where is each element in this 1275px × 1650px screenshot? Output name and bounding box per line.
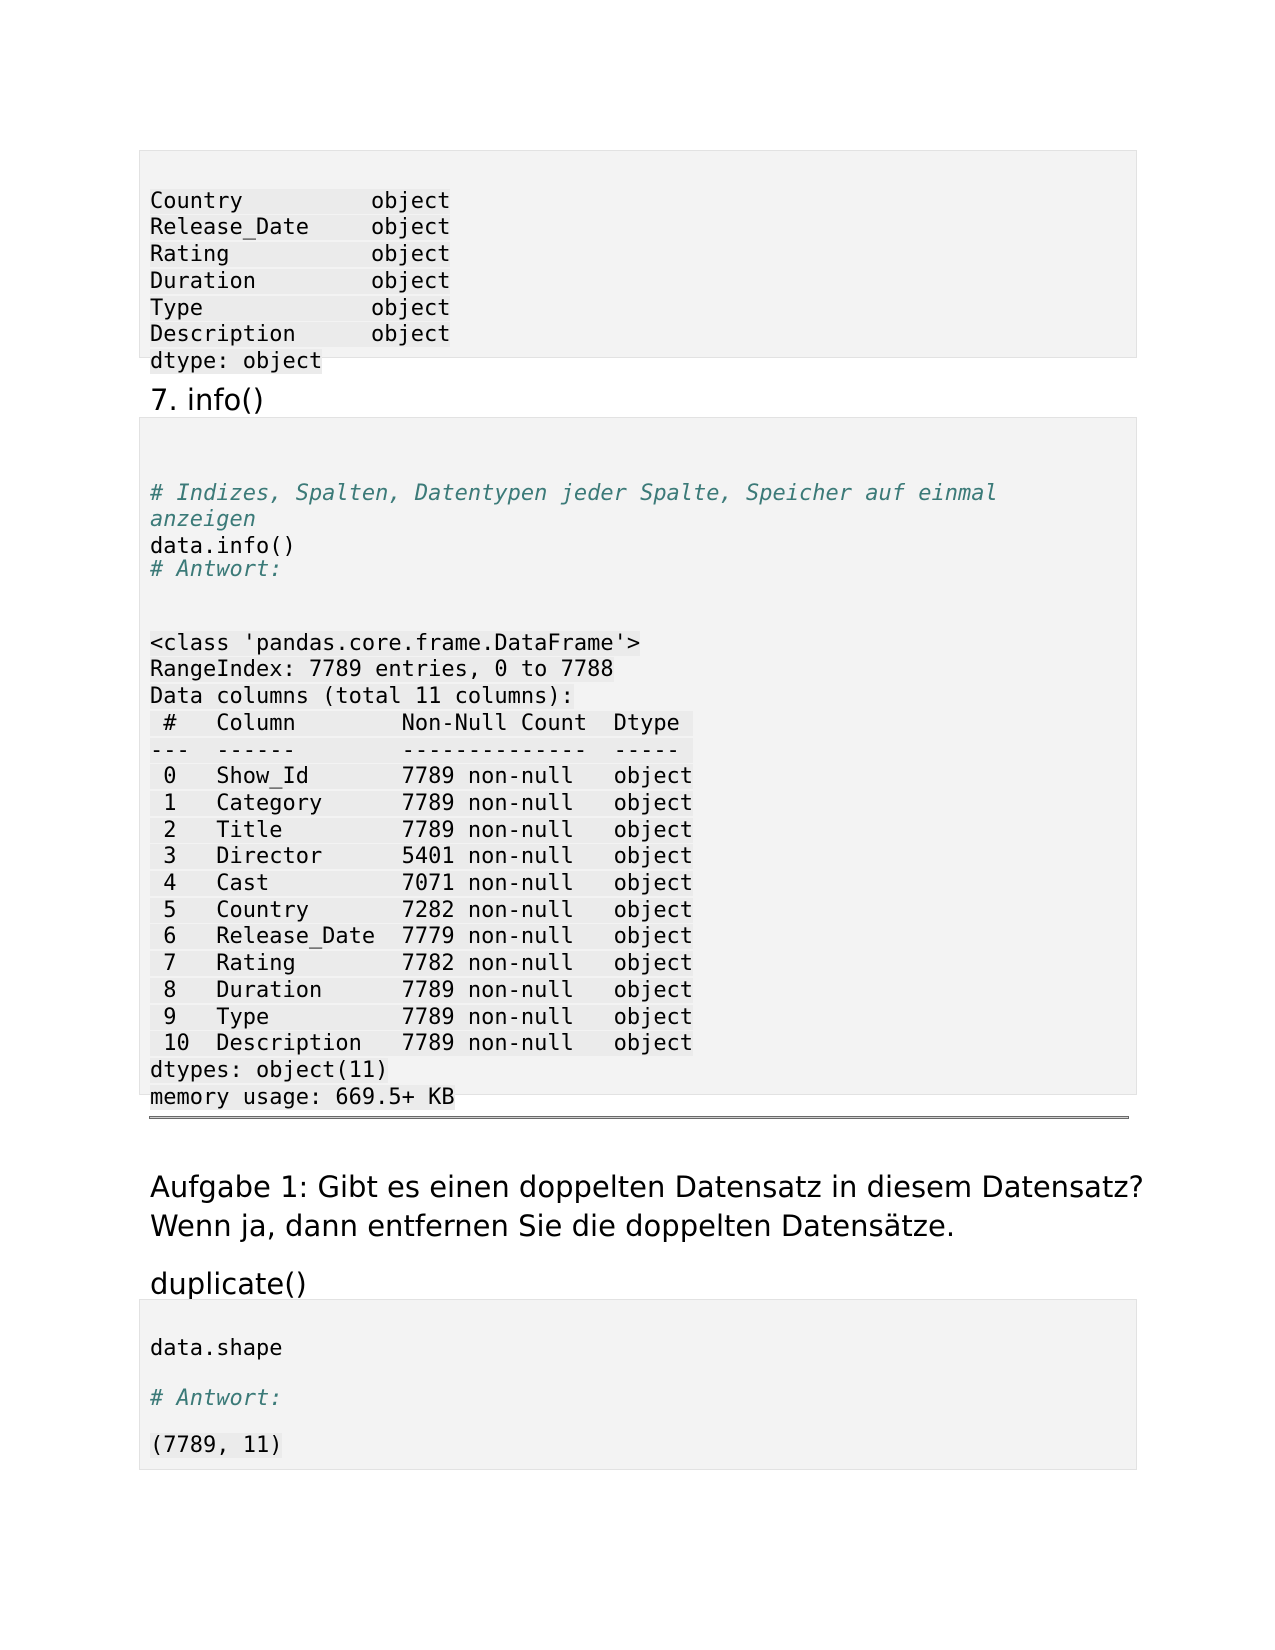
task-text: Aufgabe 1: Gibt es einen doppelten Daten… — [150, 1170, 1144, 1243]
output-line: memory usage: 669.5+ KB — [150, 1084, 455, 1110]
output-line: 9 Type 7789 non-null object — [150, 1004, 694, 1030]
output-line: <class 'pandas.core.frame.DataFrame'> — [150, 630, 641, 656]
output-line: 7 Rating 7782 non-null object — [150, 951, 694, 977]
dtype-row: Release_Date object — [150, 215, 451, 241]
output-line: 6 Release_Date 7779 non-null object — [150, 924, 694, 950]
output-line: 1 Category 7789 non-null object — [150, 790, 694, 816]
dtype-row: Rating object — [150, 242, 451, 268]
output-line: 3 Director 5401 non-null object — [150, 844, 694, 870]
dtype-row: Duration object — [150, 268, 451, 294]
dtype-row: Description object — [150, 322, 451, 348]
info-output: <class 'pandas.core.frame.DataFrame'> Ra… — [150, 604, 694, 1111]
dtype-row: Country object — [150, 188, 451, 214]
dtypes-output: Country object Release_Date object Rating o… — [150, 162, 451, 376]
dtype-row: Type object — [150, 295, 451, 321]
code-comment: anzeigen — [150, 507, 256, 533]
output-line: --- ------ -------------- ----- — [150, 737, 694, 763]
dtype-footer: dtype: object — [150, 348, 323, 374]
info-code: # Indizes, Spalten, Datentypen jeder Spa… — [150, 454, 998, 561]
output-line: RangeIndex: 7789 entries, 0 to 7788 — [150, 657, 614, 683]
code-line: data.info() — [150, 534, 296, 560]
answer-comment: # Antwort: — [150, 1386, 283, 1411]
dtypes-output-block: Country object Release_Date object Rating o… — [139, 150, 1137, 374]
output-line: 5 Country 7282 non-null object — [150, 897, 694, 923]
section-heading-info: 7. info() — [150, 383, 264, 417]
horizontal-rule — [149, 1116, 1129, 1119]
section-heading-duplicate: duplicate() — [150, 1267, 307, 1301]
output-line: dtypes: object(11) — [150, 1057, 389, 1083]
code-comment: # Indizes, Spalten, Datentypen jeder Spa… — [150, 480, 998, 506]
shape-code-block: data.shape # Antwort: (7789, 11) — [139, 1299, 1137, 1470]
output-line: 8 Duration 7789 non-null object — [150, 977, 694, 1003]
output-line: # Column Non-Null Count Dtype — [150, 710, 694, 736]
answer-comment: # Antwort: — [150, 557, 283, 582]
output-line: 4 Cast 7071 non-null object — [150, 871, 694, 897]
shape-output: (7789, 11) — [150, 1433, 283, 1458]
info-code-block: # Indizes, Spalten, Datentypen jeder Spa… — [139, 417, 1137, 1110]
output-line: 2 Title 7789 non-null object — [150, 817, 694, 843]
shape-code: data.shape — [150, 1336, 283, 1361]
output-line: Data columns (total 11 columns): — [150, 684, 574, 710]
output-line: 0 Show_Id 7789 non-null object — [150, 764, 694, 790]
output-line: 10 Description 7789 non-null object — [150, 1031, 694, 1057]
